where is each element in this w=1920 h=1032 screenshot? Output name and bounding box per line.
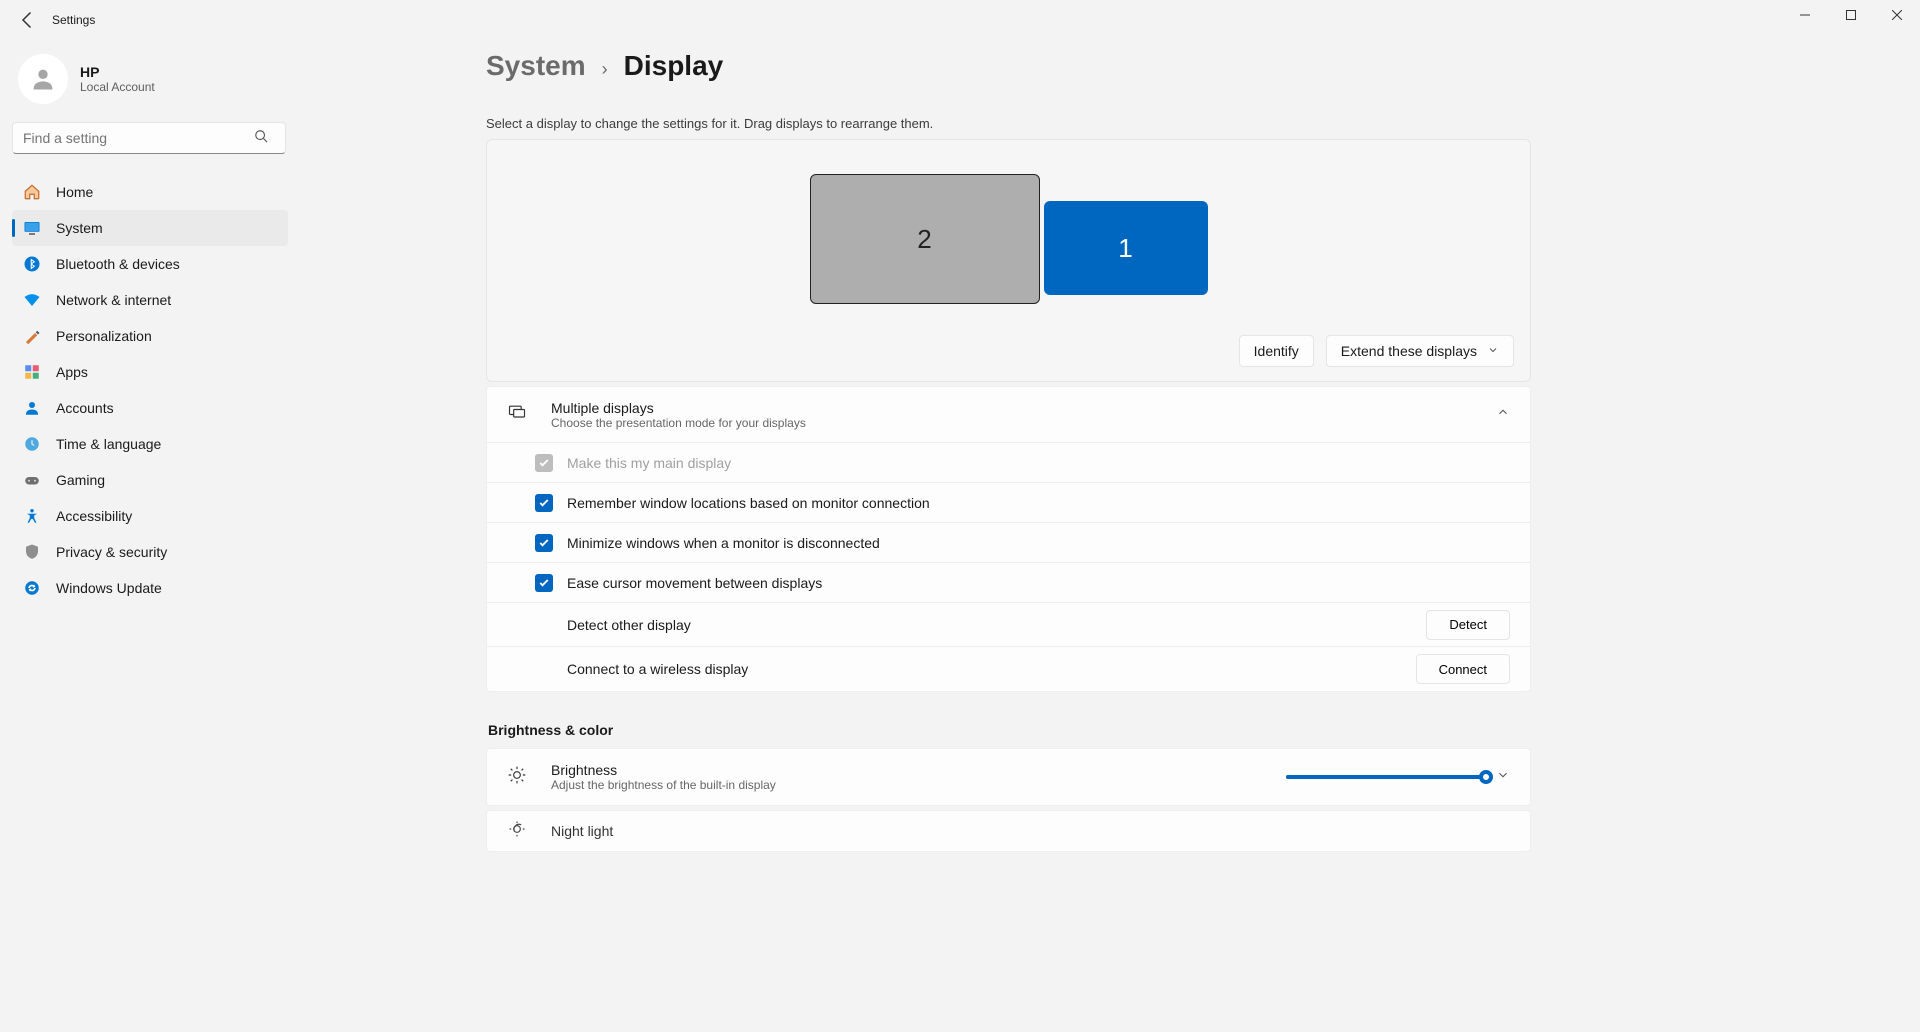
search-input[interactable] xyxy=(12,122,286,154)
connect-button[interactable]: Connect xyxy=(1416,654,1510,684)
ease-cursor-row[interactable]: Ease cursor movement between displays xyxy=(487,563,1530,603)
nav-apps[interactable]: Apps xyxy=(12,354,288,390)
chevron-down-icon[interactable] xyxy=(1496,768,1510,787)
time-icon xyxy=(22,434,42,454)
search-box[interactable] xyxy=(12,122,288,154)
nav-privacy[interactable]: Privacy & security xyxy=(12,534,288,570)
network-icon xyxy=(22,290,42,310)
extend-dropdown[interactable]: Extend these displays xyxy=(1326,335,1514,367)
brightness-card[interactable]: Brightness Adjust the brightness of the … xyxy=(486,748,1531,806)
nav-bluetooth[interactable]: Bluetooth & devices xyxy=(12,246,288,282)
display-arrange-area[interactable]: 2 1 Identify Extend these displays xyxy=(486,139,1531,382)
connect-row: Connect to a wireless display Connect xyxy=(487,647,1530,691)
minimize-windows-row[interactable]: Minimize windows when a monitor is disco… xyxy=(487,523,1530,563)
apps-icon xyxy=(22,362,42,382)
nav-update[interactable]: Windows Update xyxy=(12,570,288,606)
sidebar: HP Local Account Home System Bluetooth &… xyxy=(0,40,300,1032)
avatar xyxy=(18,54,68,104)
window-controls xyxy=(1782,0,1920,30)
brightness-icon xyxy=(507,765,529,790)
brightness-sub: Adjust the brightness of the built-in di… xyxy=(551,778,776,792)
nav-network[interactable]: Network & internet xyxy=(12,282,288,318)
maximize-button[interactable] xyxy=(1828,0,1874,30)
titlebar: Settings xyxy=(0,0,1920,40)
privacy-icon xyxy=(22,542,42,562)
breadcrumb: System › Display xyxy=(486,50,1531,82)
nav-accessibility[interactable]: Accessibility xyxy=(12,498,288,534)
system-icon xyxy=(22,218,42,238)
chevron-down-icon xyxy=(1487,343,1499,359)
account-name: HP xyxy=(80,64,155,80)
nav-accounts[interactable]: Accounts xyxy=(12,390,288,426)
chevron-right-icon: › xyxy=(602,59,608,80)
close-button[interactable] xyxy=(1874,0,1920,30)
nav-gaming[interactable]: Gaming xyxy=(12,462,288,498)
multiple-displays-icon xyxy=(507,402,529,427)
chevron-up-icon xyxy=(1496,405,1510,424)
identify-button[interactable]: Identify xyxy=(1239,335,1314,367)
accessibility-icon xyxy=(22,506,42,526)
monitor-2[interactable]: 2 xyxy=(810,174,1040,304)
gaming-icon xyxy=(22,470,42,490)
account-type: Local Account xyxy=(80,80,155,94)
window-title: Settings xyxy=(52,13,95,27)
multiple-displays-sub: Choose the presentation mode for your di… xyxy=(551,416,806,430)
accounts-icon xyxy=(22,398,42,418)
nav-personalization[interactable]: Personalization xyxy=(12,318,288,354)
multiple-displays-card: Multiple displays Choose the presentatio… xyxy=(486,386,1531,692)
page-title: Display xyxy=(624,50,724,82)
make-main-display-row: Make this my main display xyxy=(487,443,1530,483)
monitor-1[interactable]: 1 xyxy=(1044,201,1208,295)
minimize-button[interactable] xyxy=(1782,0,1828,30)
main-content: System › Display Select a display to cha… xyxy=(300,40,1920,1032)
detect-button[interactable]: Detect xyxy=(1426,610,1510,640)
account-block[interactable]: HP Local Account xyxy=(18,54,288,104)
nav-time[interactable]: Time & language xyxy=(12,426,288,462)
update-icon xyxy=(22,578,42,598)
remember-locations-row[interactable]: Remember window locations based on monit… xyxy=(487,483,1530,523)
ease-cursor-checkbox[interactable] xyxy=(535,574,553,592)
multiple-displays-title: Multiple displays xyxy=(551,400,806,416)
personalization-icon xyxy=(22,326,42,346)
brightness-slider[interactable] xyxy=(1286,775,1486,779)
bluetooth-icon xyxy=(22,254,42,274)
search-icon xyxy=(254,129,268,148)
brightness-section-title: Brightness & color xyxy=(488,722,1531,738)
home-icon xyxy=(22,182,42,202)
nav-list: Home System Bluetooth & devices Network … xyxy=(12,174,288,606)
nav-system[interactable]: System xyxy=(12,210,288,246)
night-light-icon xyxy=(507,819,529,844)
detect-row: Detect other display Detect xyxy=(487,603,1530,647)
minimize-windows-checkbox[interactable] xyxy=(535,534,553,552)
night-light-title: Night light xyxy=(551,823,613,839)
back-button[interactable] xyxy=(18,10,38,30)
display-hint: Select a display to change the settings … xyxy=(486,116,1531,131)
remember-locations-checkbox[interactable] xyxy=(535,494,553,512)
breadcrumb-system[interactable]: System xyxy=(486,50,586,82)
make-main-display-checkbox xyxy=(535,454,553,472)
nav-home[interactable]: Home xyxy=(12,174,288,210)
multiple-displays-header[interactable]: Multiple displays Choose the presentatio… xyxy=(487,387,1530,443)
brightness-title: Brightness xyxy=(551,762,776,778)
night-light-card[interactable]: Night light xyxy=(486,810,1531,852)
